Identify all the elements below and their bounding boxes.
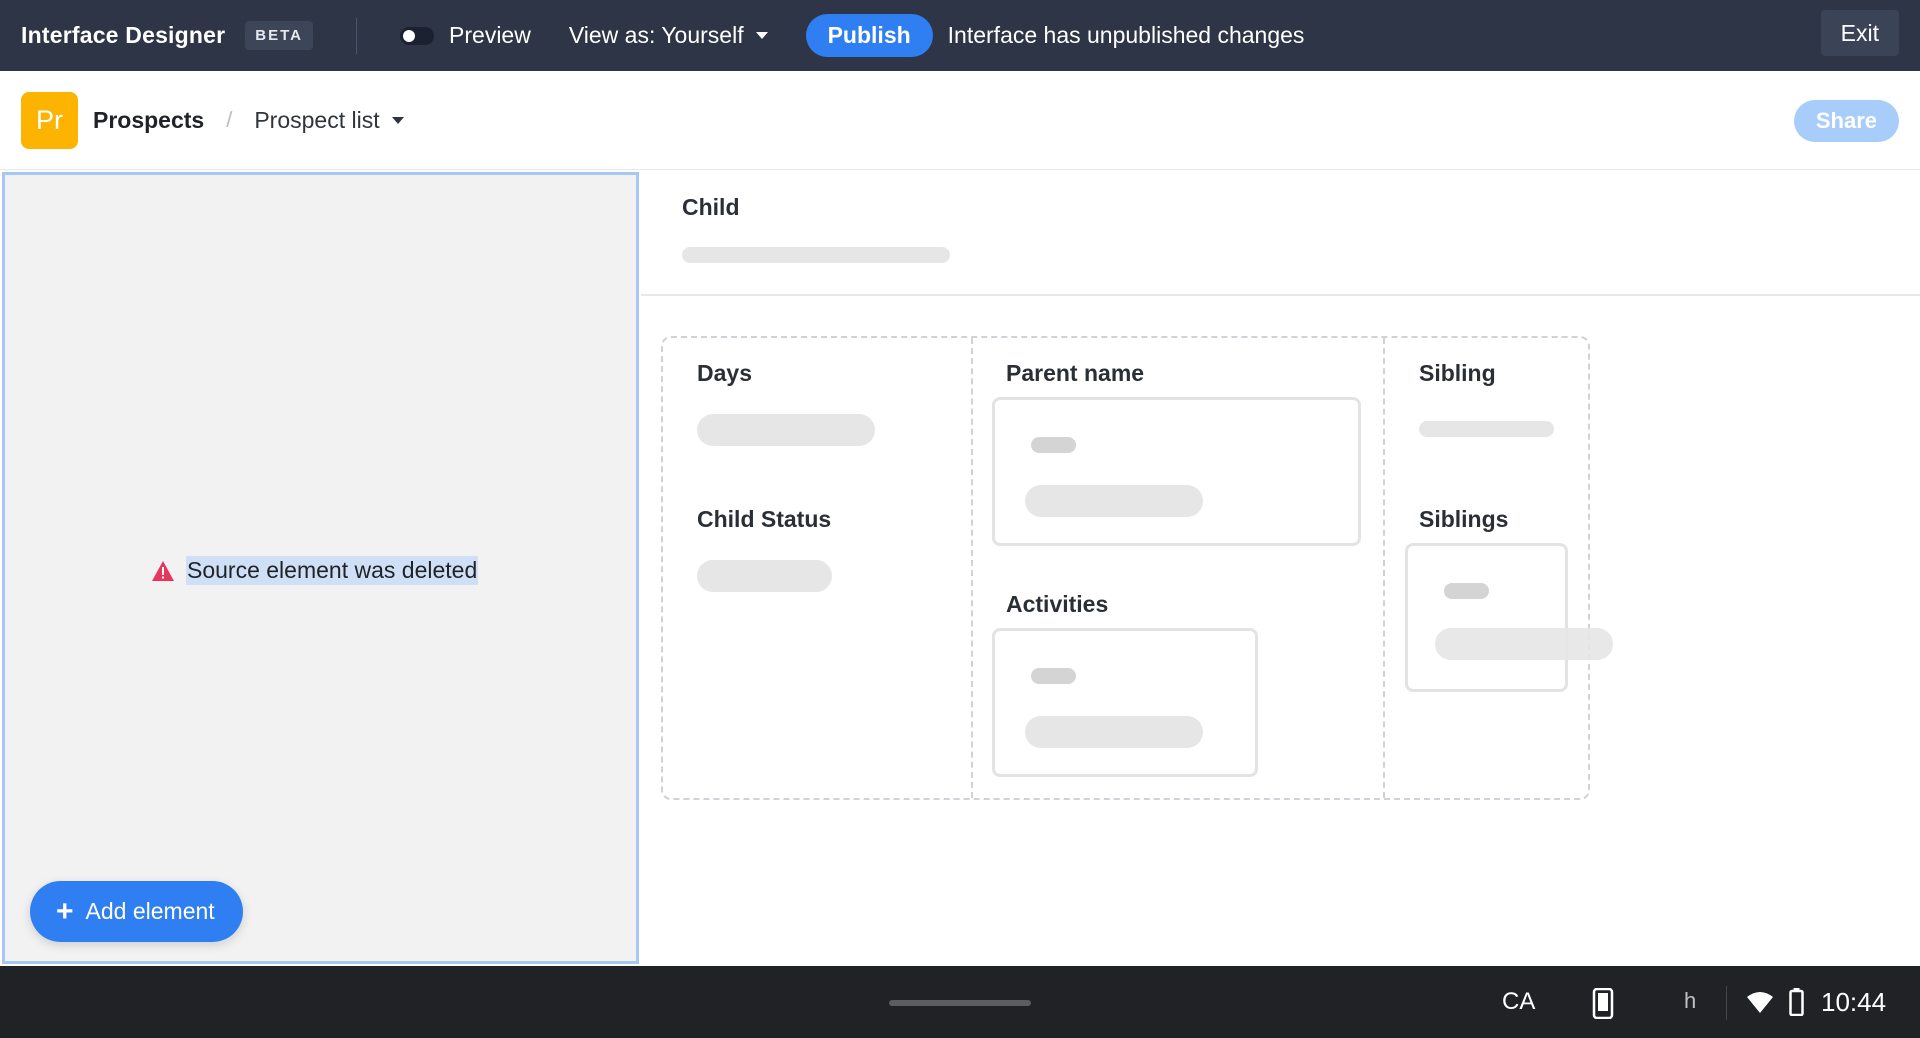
deleted-source-message: Source element was deleted (151, 556, 479, 585)
preview-toggle[interactable] (400, 26, 435, 45)
warning-icon (152, 560, 174, 581)
clock-time[interactable]: 10:44 (1821, 987, 1886, 1018)
phone-icon[interactable] (1592, 988, 1614, 1019)
child-status-placeholder (697, 560, 832, 592)
breadcrumb-prospect-list[interactable]: Prospect list (254, 106, 404, 134)
page-header: Pr Prospects / Prospect list Share (0, 71, 1920, 170)
wifi-icon[interactable] (1746, 990, 1774, 1014)
activities-card[interactable] (992, 628, 1258, 777)
activities-label: Activities (1006, 591, 1109, 617)
view-as-dropdown[interactable]: View as: Yourself (569, 22, 768, 49)
battery-icon[interactable] (1789, 988, 1804, 1016)
deleted-message-text: Source element was deleted (186, 556, 479, 585)
system-status-bar: CA h 10:44 (0, 966, 1920, 1038)
app-title: Interface Designer (21, 22, 226, 48)
child-status-label: Child Status (697, 506, 832, 532)
view-as-label: View as: Yourself (568, 22, 744, 48)
breadcrumb-separator: / (226, 107, 233, 132)
topbar-divider (356, 17, 358, 54)
child-placeholder-bar (682, 247, 950, 263)
publish-button[interactable]: Publish (805, 14, 933, 57)
unpublished-status: Interface has unpublished changes (947, 22, 1305, 48)
card-placeholder-long (1435, 628, 1613, 660)
breadcrumb-sub-label: Prospect list (254, 106, 380, 133)
add-element-label: Add element (85, 898, 215, 924)
selected-element-panel[interactable]: Source element was deleted + Add element (2, 172, 639, 964)
app-icon[interactable]: Pr (21, 91, 78, 149)
child-field-section[interactable]: Child (641, 172, 1920, 296)
column-divider (1383, 338, 1385, 798)
add-element-button[interactable]: + Add element (30, 881, 243, 942)
share-button[interactable]: Share (1793, 100, 1899, 142)
sibling-placeholder (1419, 421, 1554, 437)
days-label: Days (697, 360, 752, 386)
chevron-down-icon (391, 116, 404, 124)
sibling-label: Sibling (1419, 360, 1496, 386)
exit-button[interactable]: Exit (1820, 10, 1899, 56)
card-placeholder-long (1025, 716, 1203, 748)
breadcrumb-prospects[interactable]: Prospects (93, 107, 204, 134)
plus-icon: + (56, 894, 74, 928)
beta-badge: BETA (245, 21, 314, 50)
card-placeholder-long (1025, 485, 1203, 517)
toggle-knob (403, 29, 416, 42)
status-divider (1726, 986, 1727, 1020)
parent-name-label: Parent name (1006, 360, 1145, 386)
days-placeholder (697, 414, 875, 446)
parent-name-card[interactable] (992, 397, 1361, 546)
child-label: Child (682, 194, 740, 220)
home-indicator[interactable] (889, 1000, 1031, 1006)
top-bar: Interface Designer BETA Preview View as:… (0, 0, 1920, 71)
siblings-label: Siblings (1419, 506, 1509, 532)
chevron-down-icon (755, 32, 768, 39)
card-placeholder-short (1031, 668, 1076, 684)
input-method-indicator[interactable]: CA (1502, 988, 1535, 1016)
preview-label: Preview (449, 22, 531, 48)
siblings-card[interactable] (1405, 543, 1568, 692)
card-placeholder-short (1031, 437, 1076, 453)
status-h-indicator: h (1684, 988, 1697, 1013)
column-divider (971, 338, 973, 798)
card-placeholder-short (1444, 583, 1489, 599)
